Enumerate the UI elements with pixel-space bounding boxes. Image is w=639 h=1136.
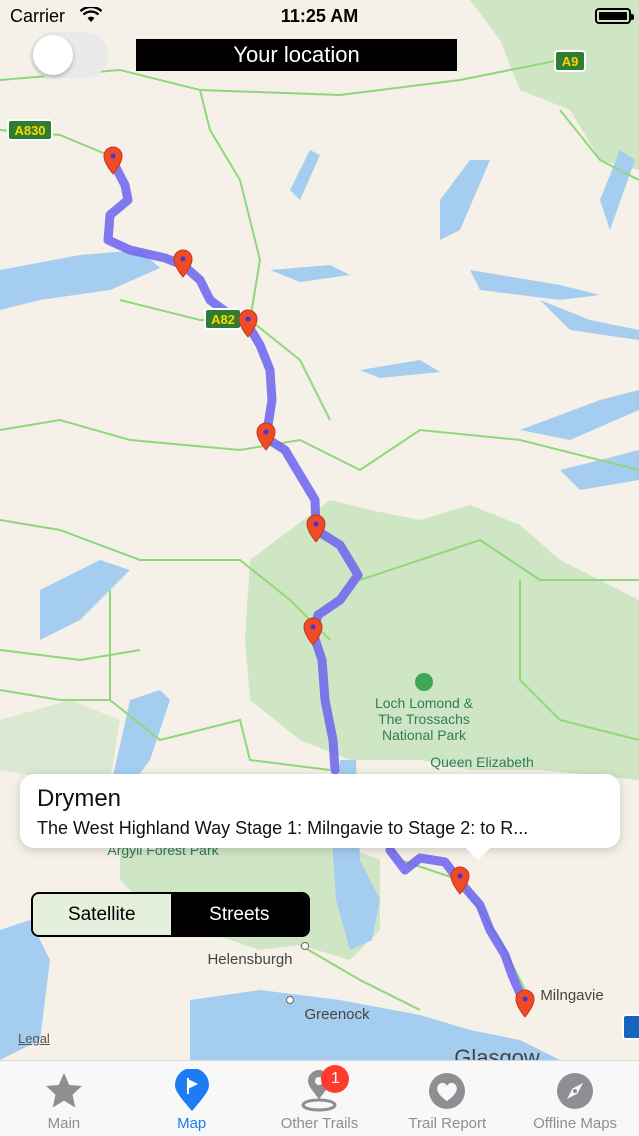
battery-icon [595,8,634,24]
svg-text:A9: A9 [562,54,579,69]
tab-map[interactable]: Map [128,1061,256,1136]
status-bar: Carrier 11:25 AM [0,0,639,34]
place-label: Helensburgh [207,951,292,968]
compass-icon [553,1069,597,1113]
tab-label: Other Trails [280,1115,359,1132]
tab-other-trails[interactable]: 1 Other Trails [256,1061,384,1136]
tab-label: Main [47,1115,81,1132]
park-marker-icon [415,673,433,691]
notification-badge: 1 [321,1065,350,1093]
town-dot-icon [301,942,309,950]
svg-text:A830: A830 [14,123,45,138]
tab-label: Map [177,1115,207,1132]
tab-offline-maps[interactable]: Offline Maps [511,1061,639,1136]
road-shield-partial [622,1014,639,1040]
tab-label: Trail Report [408,1115,487,1132]
park-label-line2: The Trossachs [378,711,470,727]
location-toggle[interactable] [30,32,108,78]
place-label: Milngavie [540,987,603,1004]
tab-label: Offline Maps [533,1115,618,1132]
place-label: Queen Elizabeth [430,754,534,770]
svg-text:A82: A82 [211,312,235,327]
road-shield-a82: A82 [204,308,242,330]
tab-main[interactable]: Main [0,1061,128,1136]
road-shield-a830: A830 [7,119,53,141]
legal-link[interactable]: Legal [18,1031,50,1046]
satellite-option[interactable]: Satellite [33,894,171,935]
trail-pin-icon: 1 [297,1065,350,1113]
map-callout[interactable]: Drymen The West Highland Way Stage 1: Mi… [20,774,620,860]
streets-option[interactable]: Streets [170,894,308,935]
heart-icon [425,1069,469,1113]
your-location-label: Your location [136,39,457,71]
place-label: Greenock [304,1006,370,1023]
park-label-line1: Loch Lomond & [375,695,474,711]
park-label-line3: National Park [382,727,467,743]
star-icon [42,1069,86,1113]
place-label: Glasgow [454,1045,540,1060]
toggle-knob[interactable] [33,35,73,75]
callout-title: Drymen [37,785,122,812]
map-pin-icon [170,1069,214,1113]
status-time: 11:25 AM [280,6,359,26]
road-shield-a9: A9 [554,50,586,72]
tab-bar: Main Map 1 Other Trails Trail Report Off… [0,1060,639,1136]
map-type-control[interactable]: Satellite Streets [31,892,310,937]
town-dot-icon [286,996,294,1004]
callout-subtitle: The West Highland Way Stage 1: Milngavie… [37,818,529,838]
tab-trail-report[interactable]: Trail Report [383,1061,511,1136]
